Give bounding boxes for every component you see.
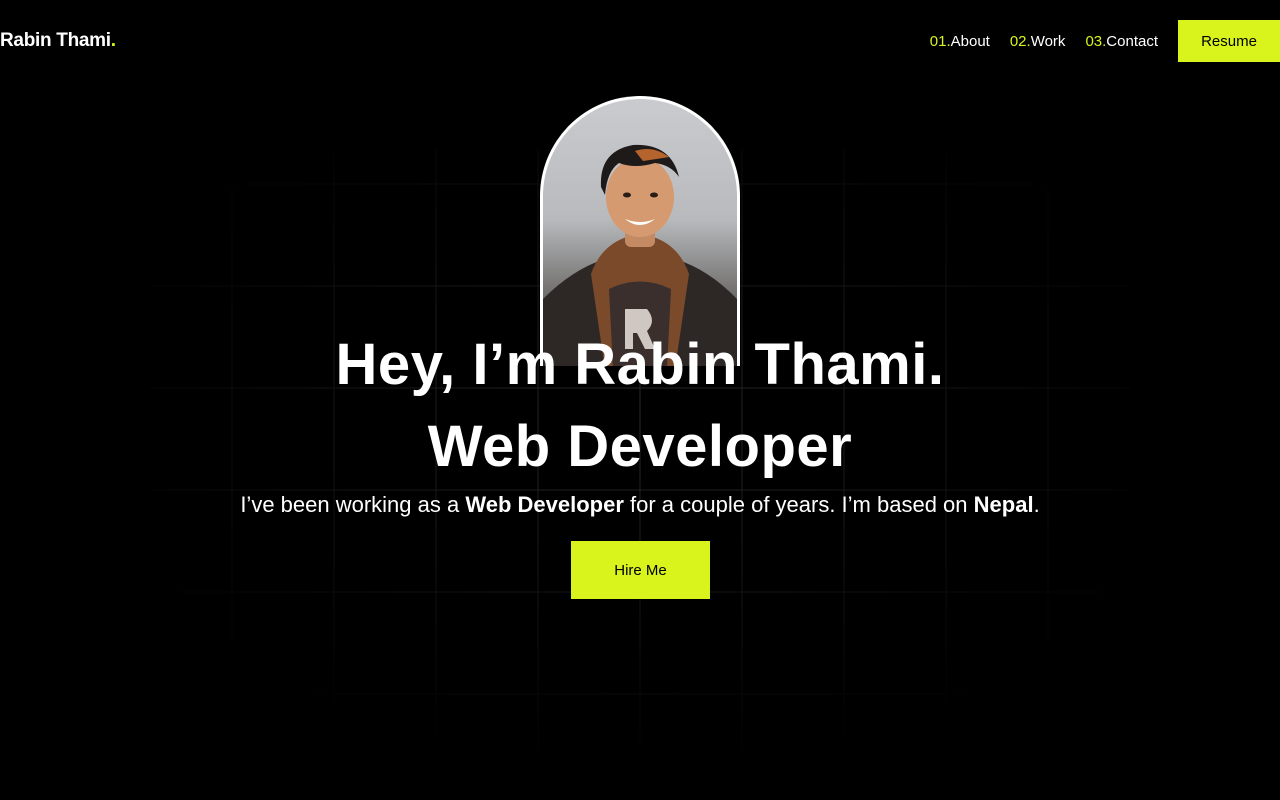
desc-text: I’ve been working as a xyxy=(240,492,466,517)
resume-button[interactable]: Resume xyxy=(1178,20,1280,62)
hire-me-button[interactable]: Hire Me xyxy=(571,541,710,599)
nav-number: 02. xyxy=(1009,32,1031,50)
profile-photo-icon xyxy=(543,144,737,366)
nav-label: Work xyxy=(1030,32,1066,50)
nav-link-about[interactable]: 01.About xyxy=(930,33,990,50)
desc-text: for a couple of years. I’m based on xyxy=(623,492,974,517)
nav-link-contact[interactable]: 03.Contact xyxy=(1085,33,1158,50)
nav-number: 03. xyxy=(1085,32,1107,50)
desc-location-highlight: Nepal xyxy=(973,492,1034,517)
nav-label: Contact xyxy=(1106,32,1158,50)
main-nav: 01.About 02.Work 03.Contact Resume xyxy=(930,20,1280,62)
nav-label: About xyxy=(950,32,990,50)
nav-link-work[interactable]: 02.Work xyxy=(1010,33,1066,50)
hero-description: I’ve been working as a Web Developer for… xyxy=(0,491,1280,519)
nav-number: 01. xyxy=(929,32,951,50)
desc-role-highlight: Web Developer xyxy=(465,492,624,517)
hero-role: Web Developer xyxy=(427,414,853,479)
logo-dot: . xyxy=(110,30,116,51)
site-logo[interactable]: Rabin Thami. xyxy=(0,30,116,52)
profile-photo xyxy=(540,96,740,366)
portfolio-page: Rabin Thami. 01.About 02.Work 03.Contact… xyxy=(0,0,1280,800)
hero-title: Hey, I’m Rabin Thami. xyxy=(335,332,945,397)
desc-text: . xyxy=(1033,492,1040,517)
logo-text: Rabin Thami xyxy=(0,30,111,51)
